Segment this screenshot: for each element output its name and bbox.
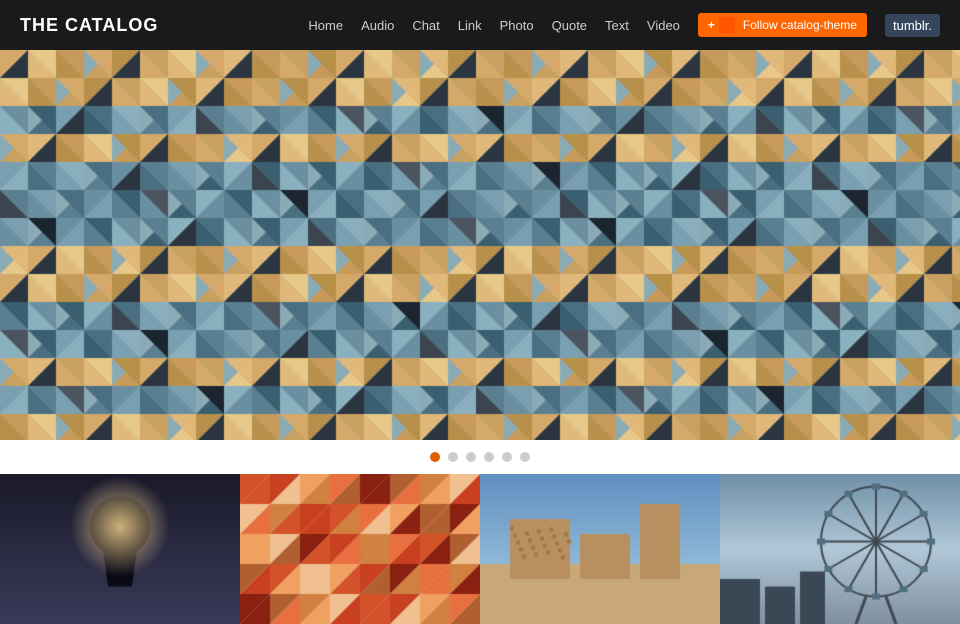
nav-chat[interactable]: Chat <box>412 18 439 33</box>
thumb-3[interactable] <box>480 474 720 624</box>
follow-icon <box>719 17 735 33</box>
slideshow-dots <box>0 440 960 474</box>
nav-home[interactable]: Home <box>308 18 343 33</box>
hero-image <box>0 50 960 440</box>
dot-4[interactable] <box>484 452 494 462</box>
thumb-4[interactable] <box>720 474 960 624</box>
hero-slideshow <box>0 50 960 440</box>
nav-photo[interactable]: Photo <box>500 18 534 33</box>
dot-1[interactable] <box>430 452 440 462</box>
site-title: THE CATALOG <box>20 15 158 36</box>
dot-5[interactable] <box>502 452 512 462</box>
thumb-1[interactable] <box>0 474 240 624</box>
thumbnail-grid <box>0 474 960 624</box>
dot-2[interactable] <box>448 452 458 462</box>
dot-6[interactable] <box>520 452 530 462</box>
nav-text[interactable]: Text <box>605 18 629 33</box>
main-nav: Home Audio Chat Link Photo Quote Text Vi… <box>308 13 940 37</box>
follow-button[interactable]: Follow catalog-theme <box>698 13 867 37</box>
tumblr-logo[interactable]: tumblr. <box>885 14 940 37</box>
thumb-2[interactable] <box>240 474 480 624</box>
dot-3[interactable] <box>466 452 476 462</box>
nav-link[interactable]: Link <box>458 18 482 33</box>
site-header: THE CATALOG Home Audio Chat Link Photo Q… <box>0 0 960 50</box>
nav-video[interactable]: Video <box>647 18 680 33</box>
nav-audio[interactable]: Audio <box>361 18 394 33</box>
nav-quote[interactable]: Quote <box>552 18 587 33</box>
